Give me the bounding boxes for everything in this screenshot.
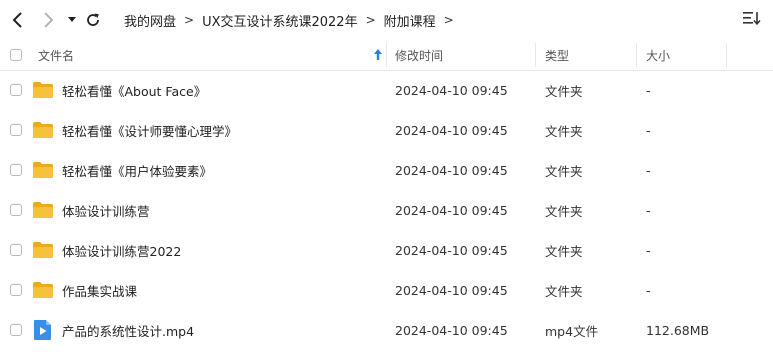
sort-menu-button[interactable]: [743, 10, 761, 30]
video-icon: [34, 310, 51, 350]
breadcrumb-item-root[interactable]: 我的网盘: [124, 11, 176, 30]
column-header-type-label: 类型: [545, 48, 570, 63]
file-name[interactable]: 体验设计训练营2022: [62, 230, 181, 270]
file-row[interactable]: 轻松看懂《设计师要懂心理学》 2024-04-10 09:45 文件夹 -: [0, 110, 773, 150]
column-header-size[interactable]: 大小: [646, 40, 670, 70]
column-header-size-label: 大小: [646, 48, 671, 63]
refresh-icon: [87, 13, 99, 26]
refresh-button[interactable]: [84, 8, 102, 32]
file-row[interactable]: 作品集实战课 2024-04-10 09:45 文件夹 -: [0, 270, 773, 310]
folder-icon: [33, 190, 53, 230]
file-type: 文件夹: [545, 123, 583, 139]
column-divider[interactable]: [535, 43, 536, 67]
row-checkbox-cell: [10, 230, 22, 270]
column-divider[interactable]: [386, 43, 387, 67]
select-all-cell: [10, 40, 22, 70]
toolbar: 我的网盘 > UX交互设计系统课2022年 > 附加课程 >: [0, 0, 773, 40]
folder-icon: [33, 270, 53, 310]
file-name[interactable]: 轻松看懂《设计师要懂心理学》: [62, 110, 237, 150]
breadcrumb-separator: >: [365, 13, 376, 27]
row-checkbox-cell: [10, 270, 22, 310]
row-checkbox[interactable]: [10, 324, 22, 336]
breadcrumb: 我的网盘 > UX交互设计系统课2022年 > 附加课程 >: [124, 0, 462, 40]
back-button[interactable]: [10, 8, 26, 32]
column-header-type[interactable]: 类型: [545, 40, 569, 70]
sort-lines-icon: [743, 12, 761, 26]
file-type: mp4文件: [545, 323, 599, 339]
chevron-right-icon: [44, 12, 54, 28]
file-modified: 2024-04-10 09:45: [395, 282, 508, 298]
file-list-header: 文件名 修改时间 类型 大小: [0, 40, 773, 71]
column-divider[interactable]: [726, 43, 727, 67]
row-checkbox[interactable]: [10, 124, 22, 136]
file-modified: 2024-04-10 09:45: [395, 162, 508, 178]
breadcrumb-separator: >: [443, 13, 454, 27]
file-row[interactable]: 体验设计训练营2022 2024-04-10 09:45 文件夹 -: [0, 230, 773, 270]
file-modified: 2024-04-10 09:45: [395, 202, 508, 218]
file-size: -: [646, 202, 651, 218]
history-dropdown-button[interactable]: [66, 8, 78, 32]
file-type: 文件夹: [545, 83, 583, 99]
file-modified: 2024-04-10 09:45: [395, 82, 508, 98]
file-name[interactable]: 体验设计训练营: [62, 190, 150, 230]
column-header-name[interactable]: 文件名: [38, 40, 384, 70]
file-row[interactable]: 体验设计训练营 2024-04-10 09:45 文件夹 -: [0, 190, 773, 230]
column-header-modified-label: 修改时间: [395, 48, 444, 63]
file-type: 文件夹: [545, 203, 583, 219]
file-size: -: [646, 82, 651, 98]
file-type: 文件夹: [545, 163, 583, 179]
file-modified: 2024-04-10 09:45: [395, 322, 508, 338]
file-name[interactable]: 轻松看懂《About Face》: [62, 70, 206, 110]
chevron-left-icon: [12, 12, 22, 28]
breadcrumb-separator: >: [184, 13, 195, 27]
file-list: 轻松看懂《About Face》 2024-04-10 09:45 文件夹 - …: [0, 70, 773, 350]
row-checkbox[interactable]: [10, 284, 22, 296]
file-name[interactable]: 轻松看懂《用户体验要素》: [62, 150, 212, 190]
column-divider[interactable]: [636, 43, 637, 67]
row-checkbox[interactable]: [10, 84, 22, 96]
select-all-checkbox[interactable]: [10, 49, 22, 61]
forward-button[interactable]: [40, 8, 56, 32]
row-checkbox[interactable]: [10, 204, 22, 216]
folder-icon: [33, 150, 53, 190]
file-row[interactable]: 轻松看懂《用户体验要素》 2024-04-10 09:45 文件夹 -: [0, 150, 773, 190]
file-row[interactable]: 产品的系统性设计.mp4 2024-04-10 09:45 mp4文件 112.…: [0, 310, 773, 350]
row-checkbox[interactable]: [10, 164, 22, 176]
file-size: -: [646, 162, 651, 178]
file-modified: 2024-04-10 09:45: [395, 242, 508, 258]
file-name[interactable]: 产品的系统性设计.mp4: [62, 310, 194, 350]
row-checkbox[interactable]: [10, 244, 22, 256]
file-size: -: [646, 242, 651, 258]
breadcrumb-item-course[interactable]: UX交互设计系统课2022年: [202, 11, 358, 30]
file-name[interactable]: 作品集实战课: [62, 270, 137, 310]
file-type: 文件夹: [545, 243, 583, 259]
file-size: -: [646, 122, 651, 138]
file-type: 文件夹: [545, 283, 583, 299]
row-checkbox-cell: [10, 70, 22, 110]
caret-down-icon: [68, 17, 76, 22]
column-header-modified[interactable]: 修改时间: [395, 40, 443, 70]
file-modified: 2024-04-10 09:45: [395, 122, 508, 138]
folder-icon: [33, 70, 53, 110]
column-header-name-label: 文件名: [38, 48, 75, 63]
folder-icon: [33, 110, 53, 150]
row-checkbox-cell: [10, 150, 22, 190]
row-checkbox-cell: [10, 110, 22, 150]
folder-icon: [33, 230, 53, 270]
row-checkbox-cell: [10, 190, 22, 230]
file-size: 112.68MB: [646, 322, 710, 338]
file-row[interactable]: 轻松看懂《About Face》 2024-04-10 09:45 文件夹 -: [0, 70, 773, 110]
arrow-up-icon: [374, 49, 382, 60]
row-checkbox-cell: [10, 310, 22, 350]
breadcrumb-item-current[interactable]: 附加课程: [384, 11, 436, 30]
file-size: -: [646, 282, 651, 298]
